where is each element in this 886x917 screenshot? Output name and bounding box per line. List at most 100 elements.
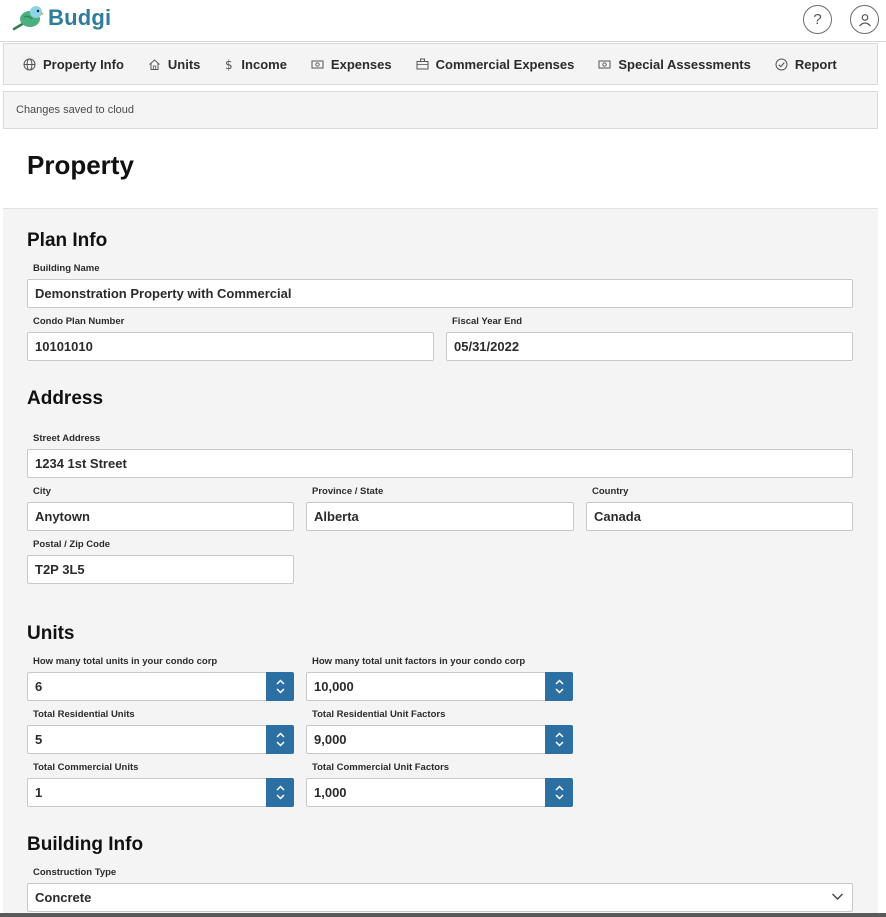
nav-label: Units <box>167 56 201 72</box>
nav-item-property-info[interactable]: Property Info <box>23 57 124 72</box>
city-input[interactable]: Anytown <box>27 502 294 531</box>
plan-info-heading: Plan Info <box>27 230 108 251</box>
total-units-stepper[interactable] <box>266 672 294 701</box>
nav-label: Commercial Expenses <box>435 56 575 72</box>
units-heading: Units <box>27 623 75 644</box>
province-value: Alberta <box>314 509 359 524</box>
construction-type-select[interactable]: Concrete <box>27 883 853 912</box>
fiscal-year-end-input[interactable]: 05/31/2022 <box>446 332 853 361</box>
condo-plan-number-input[interactable]: 10101010 <box>27 332 434 361</box>
home-icon <box>149 58 160 70</box>
page-title: Property <box>27 150 134 180</box>
nav-label: Property Info <box>43 56 124 72</box>
total-units-label: How many total units in your condo corp <box>33 656 218 667</box>
total-units-value: 6 <box>35 679 43 694</box>
commercial-unit-factors-label: Total Commercial Unit Factors <box>312 762 450 773</box>
commercial-units-value: 1 <box>35 785 43 800</box>
total-unit-factors-input[interactable]: 10,000 <box>306 672 546 701</box>
construction-type-label: Construction Type <box>33 867 117 878</box>
total-unit-factors-stepper[interactable] <box>545 672 573 701</box>
commercial-unit-factors-input[interactable]: 1,000 <box>306 778 546 807</box>
chevron-up-icon <box>275 679 285 685</box>
help-button[interactable]: ? <box>803 5 832 34</box>
account-button[interactable] <box>850 5 879 34</box>
nav-item-income[interactable]: $ Income <box>224 57 287 72</box>
user-circle-icon <box>858 13 871 26</box>
country-input[interactable]: Canada <box>586 502 853 531</box>
commercial-unit-factors-stepper[interactable] <box>545 778 573 807</box>
total-unit-factors-value: 10,000 <box>314 679 354 694</box>
nav-label: Special Assessments <box>618 56 751 72</box>
bottom-divider <box>0 913 886 917</box>
commercial-unit-factors-value: 1,000 <box>314 785 347 800</box>
street-address-value: 1234 1st Street <box>35 456 127 471</box>
globe-icon <box>23 58 36 70</box>
province-input[interactable]: Alberta <box>306 502 574 531</box>
nav-item-commercial-expenses[interactable]: Commercial Expenses <box>416 56 575 72</box>
app-name: Budgi <box>48 5 112 30</box>
briefcase-icon <box>416 58 429 70</box>
postal-code-label: Postal / Zip Code <box>33 539 111 550</box>
commercial-units-label: Total Commercial Units <box>33 762 139 773</box>
chevron-down-icon <box>554 794 564 800</box>
fiscal-year-end-value: 05/31/2022 <box>454 339 520 354</box>
chevron-up-icon <box>275 732 285 738</box>
commercial-units-stepper[interactable] <box>266 778 294 807</box>
budgie-bird-icon <box>12 6 44 31</box>
residential-unit-factors-label: Total Residential Unit Factors <box>312 709 446 720</box>
chevron-down-icon <box>275 741 285 747</box>
city-label: City <box>33 486 51 497</box>
save-status-text: Changes saved to cloud <box>16 104 135 116</box>
condo-plan-number-value: 10101010 <box>35 339 93 354</box>
question-circle-icon: ? <box>813 11 822 28</box>
chevron-down-icon <box>554 688 564 694</box>
cash-icon <box>598 60 611 68</box>
nav-label: Report <box>794 56 837 72</box>
building-info-heading: Building Info <box>27 834 144 855</box>
residential-unit-factors-stepper[interactable] <box>545 725 573 754</box>
chevron-down-icon <box>275 794 285 800</box>
residential-unit-factors-value: 9,000 <box>314 732 347 747</box>
condo-plan-number-label: Condo Plan Number <box>33 316 125 327</box>
building-name-label: Building Name <box>33 263 100 274</box>
nav-item-report[interactable]: Report <box>775 57 837 72</box>
nav-item-units[interactable]: Units <box>148 56 201 72</box>
dollar-icon: $ <box>225 58 233 71</box>
chevron-down-icon <box>554 741 564 747</box>
nav-item-special-assessments[interactable]: Special Assessments <box>598 56 751 72</box>
residential-units-stepper[interactable] <box>266 725 294 754</box>
top-header: Budgi ? <box>0 0 886 42</box>
chevron-down-icon <box>275 688 285 694</box>
postal-code-input[interactable]: T2P 3L5 <box>27 555 294 584</box>
chevron-up-icon <box>275 785 285 791</box>
city-value: Anytown <box>35 509 90 524</box>
street-address-input[interactable]: 1234 1st Street <box>27 449 853 478</box>
nav-label: Income <box>241 56 287 72</box>
residential-unit-factors-input[interactable]: 9,000 <box>306 725 546 754</box>
section-nav: Property Info Units $ Income Expenses Co… <box>3 43 878 85</box>
budgi-logo[interactable]: Budgi <box>10 3 111 33</box>
chevron-up-icon <box>554 732 564 738</box>
residential-units-input[interactable]: 5 <box>27 725 267 754</box>
residential-units-value: 5 <box>35 732 43 747</box>
province-label: Province / State <box>312 486 384 497</box>
save-status-bar: Changes saved to cloud <box>3 91 878 129</box>
nav-item-expenses[interactable]: Expenses <box>311 57 392 72</box>
check-circle-icon <box>775 58 788 70</box>
nav-label: Expenses <box>330 56 392 72</box>
residential-units-label: Total Residential Units <box>33 709 135 720</box>
total-units-input[interactable]: 6 <box>27 672 267 701</box>
construction-type-value: Concrete <box>35 890 92 905</box>
commercial-units-input[interactable]: 1 <box>27 778 267 807</box>
total-unit-factors-label: How many total unit factors in your cond… <box>312 656 526 667</box>
chevron-down-icon <box>832 893 843 900</box>
building-name-input[interactable]: Demonstration Property with Commercial <box>27 279 853 308</box>
chevron-up-icon <box>554 785 564 791</box>
postal-code-value: T2P 3L5 <box>35 562 85 577</box>
street-address-label: Street Address <box>33 433 101 444</box>
building-name-value: Demonstration Property with Commercial <box>35 286 292 301</box>
svg-text:$: $ <box>225 58 233 71</box>
address-heading: Address <box>27 388 104 409</box>
country-value: Canada <box>594 509 641 524</box>
chevron-up-icon <box>554 679 564 685</box>
